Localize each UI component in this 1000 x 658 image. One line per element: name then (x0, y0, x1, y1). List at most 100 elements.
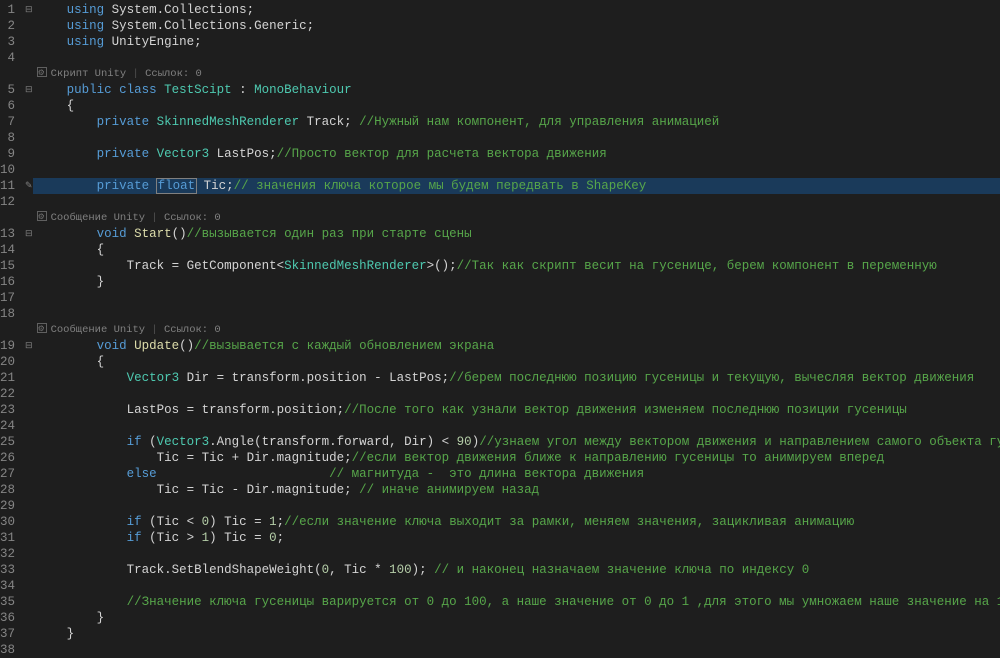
code-line[interactable] (33, 418, 1000, 434)
code-line[interactable]: { (33, 242, 1000, 258)
code-line[interactable]: } (33, 626, 1000, 642)
code-line[interactable]: } (33, 274, 1000, 290)
code-area[interactable]: using System.Collections; using System.C… (33, 0, 1000, 650)
line-number[interactable]: 10 (0, 162, 15, 178)
line-number[interactable]: 9 (0, 146, 15, 162)
line-number[interactable]: 18 (0, 306, 15, 322)
line-number[interactable]: 11 (0, 178, 15, 194)
codelens-annotation[interactable]: Скрипт Unity | Ссылок: 0 (33, 66, 1000, 82)
code-line[interactable]: private SkinnedMeshRenderer Track; //Нуж… (33, 114, 1000, 130)
code-line[interactable]: void Start()//вызывается один раз при ст… (33, 226, 1000, 242)
codelens-annotation[interactable]: Сообщение Unity | Ссылок: 0 (33, 210, 1000, 226)
code-line[interactable]: else // магнитуда - это длина вектора дв… (33, 466, 1000, 482)
line-number[interactable]: 35 (0, 594, 15, 610)
line-number[interactable]: 31 (0, 530, 15, 546)
line-number[interactable]: 8 (0, 130, 15, 146)
code-line[interactable]: Track.SetBlendShapeWeight(0, Tic * 100);… (33, 562, 1000, 578)
line-number[interactable]: 16 (0, 274, 15, 290)
fold-spacer (25, 466, 33, 482)
code-line[interactable]: if (Vector3.Angle(transform.forward, Dir… (33, 434, 1000, 450)
line-number[interactable]: 3 (0, 34, 15, 50)
code-line[interactable]: void Update()//вызывается с каждый обнов… (33, 338, 1000, 354)
code-line[interactable]: using System.Collections; (33, 2, 1000, 18)
fold-spacer (25, 18, 33, 34)
line-number[interactable]: 37 (0, 626, 15, 642)
fold-collapse-icon[interactable]: ⊟ (25, 82, 33, 98)
line-number[interactable]: 2 (0, 18, 15, 34)
line-number[interactable]: 1 (0, 2, 15, 18)
fold-collapse-icon[interactable]: ⊟ (25, 226, 33, 242)
code-line[interactable] (33, 578, 1000, 594)
line-number-gutter[interactable]: 1234567891011121314151617181920212223242… (0, 0, 25, 650)
fold-indicator-column[interactable]: ⊟ ⊟ ✎ ⊟ ⊟ (25, 0, 33, 650)
code-line[interactable]: using UnityEngine; (33, 34, 1000, 50)
code-line[interactable]: LastPos = transform.position;//После тог… (33, 402, 1000, 418)
fold-spacer (25, 290, 33, 306)
line-number[interactable]: 28 (0, 482, 15, 498)
code-line[interactable]: private float Tic;// значения ключа кото… (33, 178, 1000, 194)
fold-collapse-icon[interactable]: ⊟ (25, 2, 33, 18)
line-number[interactable]: 24 (0, 418, 15, 434)
fold-spacer (25, 370, 33, 386)
line-number[interactable]: 34 (0, 578, 15, 594)
code-line[interactable] (33, 306, 1000, 322)
line-number[interactable]: 26 (0, 450, 15, 466)
line-number[interactable]: 32 (0, 546, 15, 562)
code-line[interactable]: if (Tic > 1) Tic = 0; (33, 530, 1000, 546)
line-number[interactable]: 33 (0, 562, 15, 578)
line-number[interactable]: 7 (0, 114, 15, 130)
fold-spacer (25, 258, 33, 274)
line-number[interactable]: 6 (0, 98, 15, 114)
line-number[interactable]: 29 (0, 498, 15, 514)
line-number[interactable]: 22 (0, 386, 15, 402)
fold-spacer (25, 98, 33, 114)
code-line[interactable]: Tic = Tic + Dir.magnitude;//если вектор … (33, 450, 1000, 466)
fold-spacer (25, 610, 33, 626)
line-number[interactable]: 36 (0, 610, 15, 626)
code-line[interactable]: } (33, 610, 1000, 626)
code-line[interactable]: Track = GetComponent<SkinnedMeshRenderer… (33, 258, 1000, 274)
line-number[interactable]: 38 (0, 642, 15, 658)
code-line[interactable]: if (Tic < 0) Tic = 1;//если значение клю… (33, 514, 1000, 530)
code-line[interactable] (33, 290, 1000, 306)
line-number[interactable]: 13 (0, 226, 15, 242)
line-number[interactable]: 12 (0, 194, 15, 210)
code-line[interactable]: Tic = Tic - Dir.magnitude; // иначе аним… (33, 482, 1000, 498)
fold-spacer (25, 402, 33, 418)
line-number[interactable]: 5 (0, 82, 15, 98)
fold-spacer (25, 578, 33, 594)
line-number[interactable]: 17 (0, 290, 15, 306)
fold-spacer (25, 434, 33, 450)
fold-spacer (25, 242, 33, 258)
code-line[interactable]: //Значение ключа гусеницы варируется от … (33, 594, 1000, 610)
edit-indicator-icon[interactable]: ✎ (25, 178, 33, 194)
line-number[interactable]: 30 (0, 514, 15, 530)
line-number[interactable]: 4 (0, 50, 15, 66)
code-line[interactable]: { (33, 354, 1000, 370)
line-number[interactable]: 20 (0, 354, 15, 370)
code-line[interactable]: using System.Collections.Generic; (33, 18, 1000, 34)
code-line[interactable]: public class TestScipt : MonoBehaviour (33, 82, 1000, 98)
line-number[interactable]: 19 (0, 338, 15, 354)
line-number[interactable]: 14 (0, 242, 15, 258)
code-line[interactable] (33, 50, 1000, 66)
line-number[interactable]: 27 (0, 466, 15, 482)
code-line[interactable]: { (33, 98, 1000, 114)
fold-spacer (25, 50, 33, 66)
code-line[interactable] (33, 546, 1000, 562)
fold-collapse-icon[interactable]: ⊟ (25, 338, 33, 354)
code-line[interactable] (33, 498, 1000, 514)
code-line[interactable] (33, 194, 1000, 210)
code-line[interactable] (33, 642, 1000, 658)
line-number[interactable]: 21 (0, 370, 15, 386)
code-line[interactable] (33, 386, 1000, 402)
code-editor[interactable]: 1234567891011121314151617181920212223242… (0, 0, 1000, 650)
codelens-annotation[interactable]: Сообщение Unity | Ссылок: 0 (33, 322, 1000, 338)
line-number[interactable]: 15 (0, 258, 15, 274)
code-line[interactable] (33, 130, 1000, 146)
line-number[interactable]: 25 (0, 434, 15, 450)
line-number[interactable]: 23 (0, 402, 15, 418)
code-line[interactable]: private Vector3 LastPos;//Просто вектор … (33, 146, 1000, 162)
code-line[interactable] (33, 162, 1000, 178)
code-line[interactable]: Vector3 Dir = transform.position - LastP… (33, 370, 1000, 386)
